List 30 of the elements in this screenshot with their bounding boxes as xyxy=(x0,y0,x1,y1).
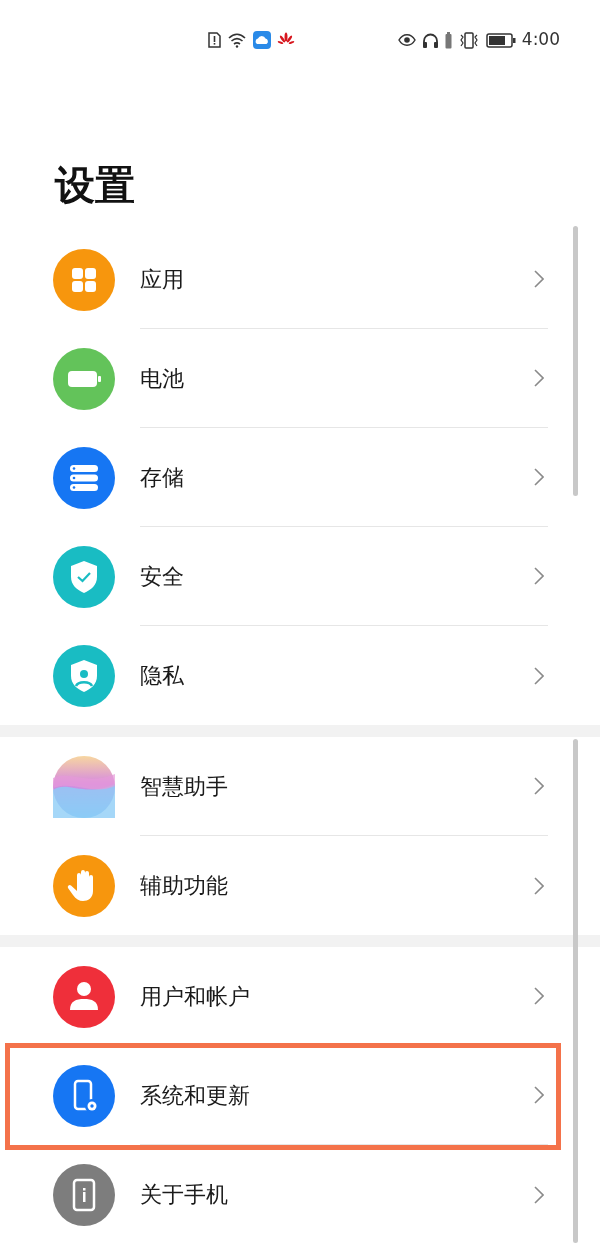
battery-level-icon xyxy=(444,31,452,49)
row-label: 应用 xyxy=(140,265,185,294)
chevron-icon xyxy=(534,987,544,1005)
chevron-icon xyxy=(534,1185,544,1204)
chevron-icon xyxy=(534,777,544,795)
row-label: 关于手机 xyxy=(140,1181,229,1209)
chevron-icon xyxy=(534,1086,544,1104)
row-label: 系统和更新 xyxy=(140,1081,251,1110)
row-label: 用户和帐户 xyxy=(140,982,251,1011)
row-label: 电池 xyxy=(140,364,185,393)
chevron-icon xyxy=(534,369,544,387)
chevron-icon xyxy=(534,270,544,288)
battery-icon xyxy=(485,32,516,48)
row-label: 智慧助手 xyxy=(140,772,229,801)
wifi-icon xyxy=(227,32,247,48)
row-label: 安全 xyxy=(140,562,185,591)
chevron-icon xyxy=(534,468,544,486)
chevron-icon xyxy=(534,567,544,585)
gradient-orb-icon xyxy=(53,755,115,818)
row-label: 存储 xyxy=(140,463,185,492)
status-time: 4:00 xyxy=(521,28,560,52)
headphones-icon xyxy=(421,31,439,49)
sim-alert-icon xyxy=(208,32,221,48)
row-label: 隐私 xyxy=(140,662,185,690)
cloud-icon xyxy=(253,31,271,49)
chevron-icon xyxy=(534,876,544,895)
page-title: 设置 xyxy=(55,165,135,205)
eye-icon xyxy=(397,33,416,47)
chevron-icon xyxy=(534,666,544,685)
row-label: 辅助功能 xyxy=(140,872,229,900)
